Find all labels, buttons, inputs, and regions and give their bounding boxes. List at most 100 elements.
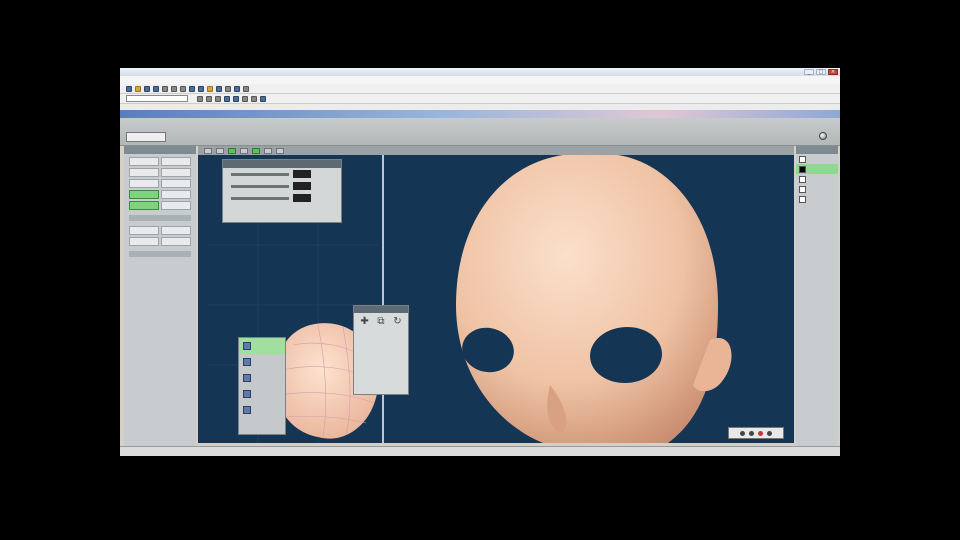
color-swatch[interactable] [799,155,806,163]
save-icon[interactable] [144,85,150,92]
orbit-icon[interactable] [260,95,266,102]
panel-section-divider [129,251,191,257]
tool-button-active[interactable] [129,201,159,210]
view-toolbar [198,146,794,155]
minimize-button[interactable]: _ [804,69,814,75]
parameter-row [223,192,341,204]
object-row-selected[interactable] [796,164,838,174]
panel-section-divider [129,215,191,221]
mode-select[interactable] [126,132,166,142]
view-option[interactable] [216,147,224,154]
rotate-icon[interactable]: ↻ [393,316,401,327]
dot-icon[interactable] [740,430,745,436]
material-row[interactable] [239,370,285,386]
tool-button[interactable] [129,179,159,188]
object-row[interactable] [796,154,838,164]
parameter-value[interactable] [293,194,311,202]
tool-button[interactable] [129,237,159,246]
material-row[interactable] [239,402,285,418]
view-option[interactable] [264,147,272,154]
tool-button[interactable] [161,157,191,166]
parameter-row [223,168,341,180]
select-icon[interactable] [224,95,230,102]
material-row[interactable] [239,354,285,370]
copy-icon[interactable] [171,85,177,92]
object-row[interactable] [796,184,838,194]
light-icon[interactable] [234,85,240,92]
material-row-selected[interactable] [239,338,285,354]
redo-icon[interactable] [198,85,204,92]
dot-icon[interactable] [767,430,772,436]
material-panel [238,337,286,435]
view-option-active[interactable] [252,147,260,154]
cut-icon[interactable] [162,85,168,92]
close-button[interactable]: × [828,69,838,75]
view-separator[interactable] [382,155,384,443]
parameter-slider[interactable] [231,184,289,188]
material-row[interactable] [239,386,285,402]
material-icon [243,342,251,350]
tool-button[interactable] [129,168,159,177]
right-object-panel [796,146,838,446]
view-option[interactable] [204,147,212,154]
right-panel-header [796,146,838,154]
rotate-icon[interactable] [206,95,212,102]
new-file-icon[interactable] [126,85,132,92]
title-bar: _ □ × [120,68,840,76]
secondary-toolbar [120,94,840,104]
grid-icon[interactable] [225,85,231,92]
print-icon[interactable] [153,85,159,92]
tool-button[interactable] [161,168,191,177]
move-icon[interactable] [197,95,203,102]
color-swatch[interactable] [799,185,806,193]
app-window: _ □ × ✚ ⧉ ↻ [120,68,840,456]
camera-icon[interactable] [216,85,222,92]
parameter-slider[interactable] [231,172,289,176]
zoom-icon[interactable] [242,95,248,102]
parameter-value[interactable] [293,182,311,190]
transform-tools: ✚ ⧉ ↻ [354,313,408,330]
document-tab[interactable] [120,110,840,118]
tool-button[interactable] [161,179,191,188]
object-select[interactable] [126,95,188,102]
undo-icon[interactable] [189,85,195,92]
material-icon [243,358,251,366]
view-option[interactable] [276,147,284,154]
object-row[interactable] [796,194,838,204]
3d-viewport[interactable]: ✚ ⧉ ↻ [198,155,794,443]
color-swatch[interactable] [799,175,806,183]
dot-icon[interactable] [749,430,754,436]
open-folder-icon[interactable] [135,85,141,92]
parameter-row [223,180,341,192]
tool-button[interactable] [129,226,159,235]
primitive-buttons [124,154,196,213]
view-option[interactable] [240,147,248,154]
material-icon [243,374,251,382]
parameter-value[interactable] [293,170,311,178]
lasso-icon[interactable] [233,95,239,102]
parameter-slider[interactable] [231,196,289,200]
menu-bar [120,76,840,84]
tool-button[interactable] [161,237,191,246]
tool-button-active[interactable] [129,190,159,199]
maximize-button[interactable]: □ [816,69,826,75]
tool-button[interactable] [161,201,191,210]
color-swatch[interactable] [799,165,806,173]
color-swatch[interactable] [799,195,806,203]
main-toolbar [120,84,840,94]
view-option-active[interactable] [228,147,236,154]
record-icon[interactable] [758,430,763,436]
paste-icon[interactable] [180,85,186,92]
tool-button[interactable] [161,226,191,235]
pan-icon[interactable] [251,95,257,102]
tool-button[interactable] [129,157,159,166]
settings-icon[interactable] [243,85,249,92]
tool-button[interactable] [161,190,191,199]
logo-sphere-icon [819,132,827,140]
left-tool-panel [124,146,196,446]
move-arrows-icon[interactable]: ✚ [360,316,368,327]
object-row[interactable] [796,174,838,184]
scale-icon[interactable] [215,95,221,102]
render-icon[interactable] [207,85,213,92]
scale-box-icon[interactable]: ⧉ [377,316,384,327]
